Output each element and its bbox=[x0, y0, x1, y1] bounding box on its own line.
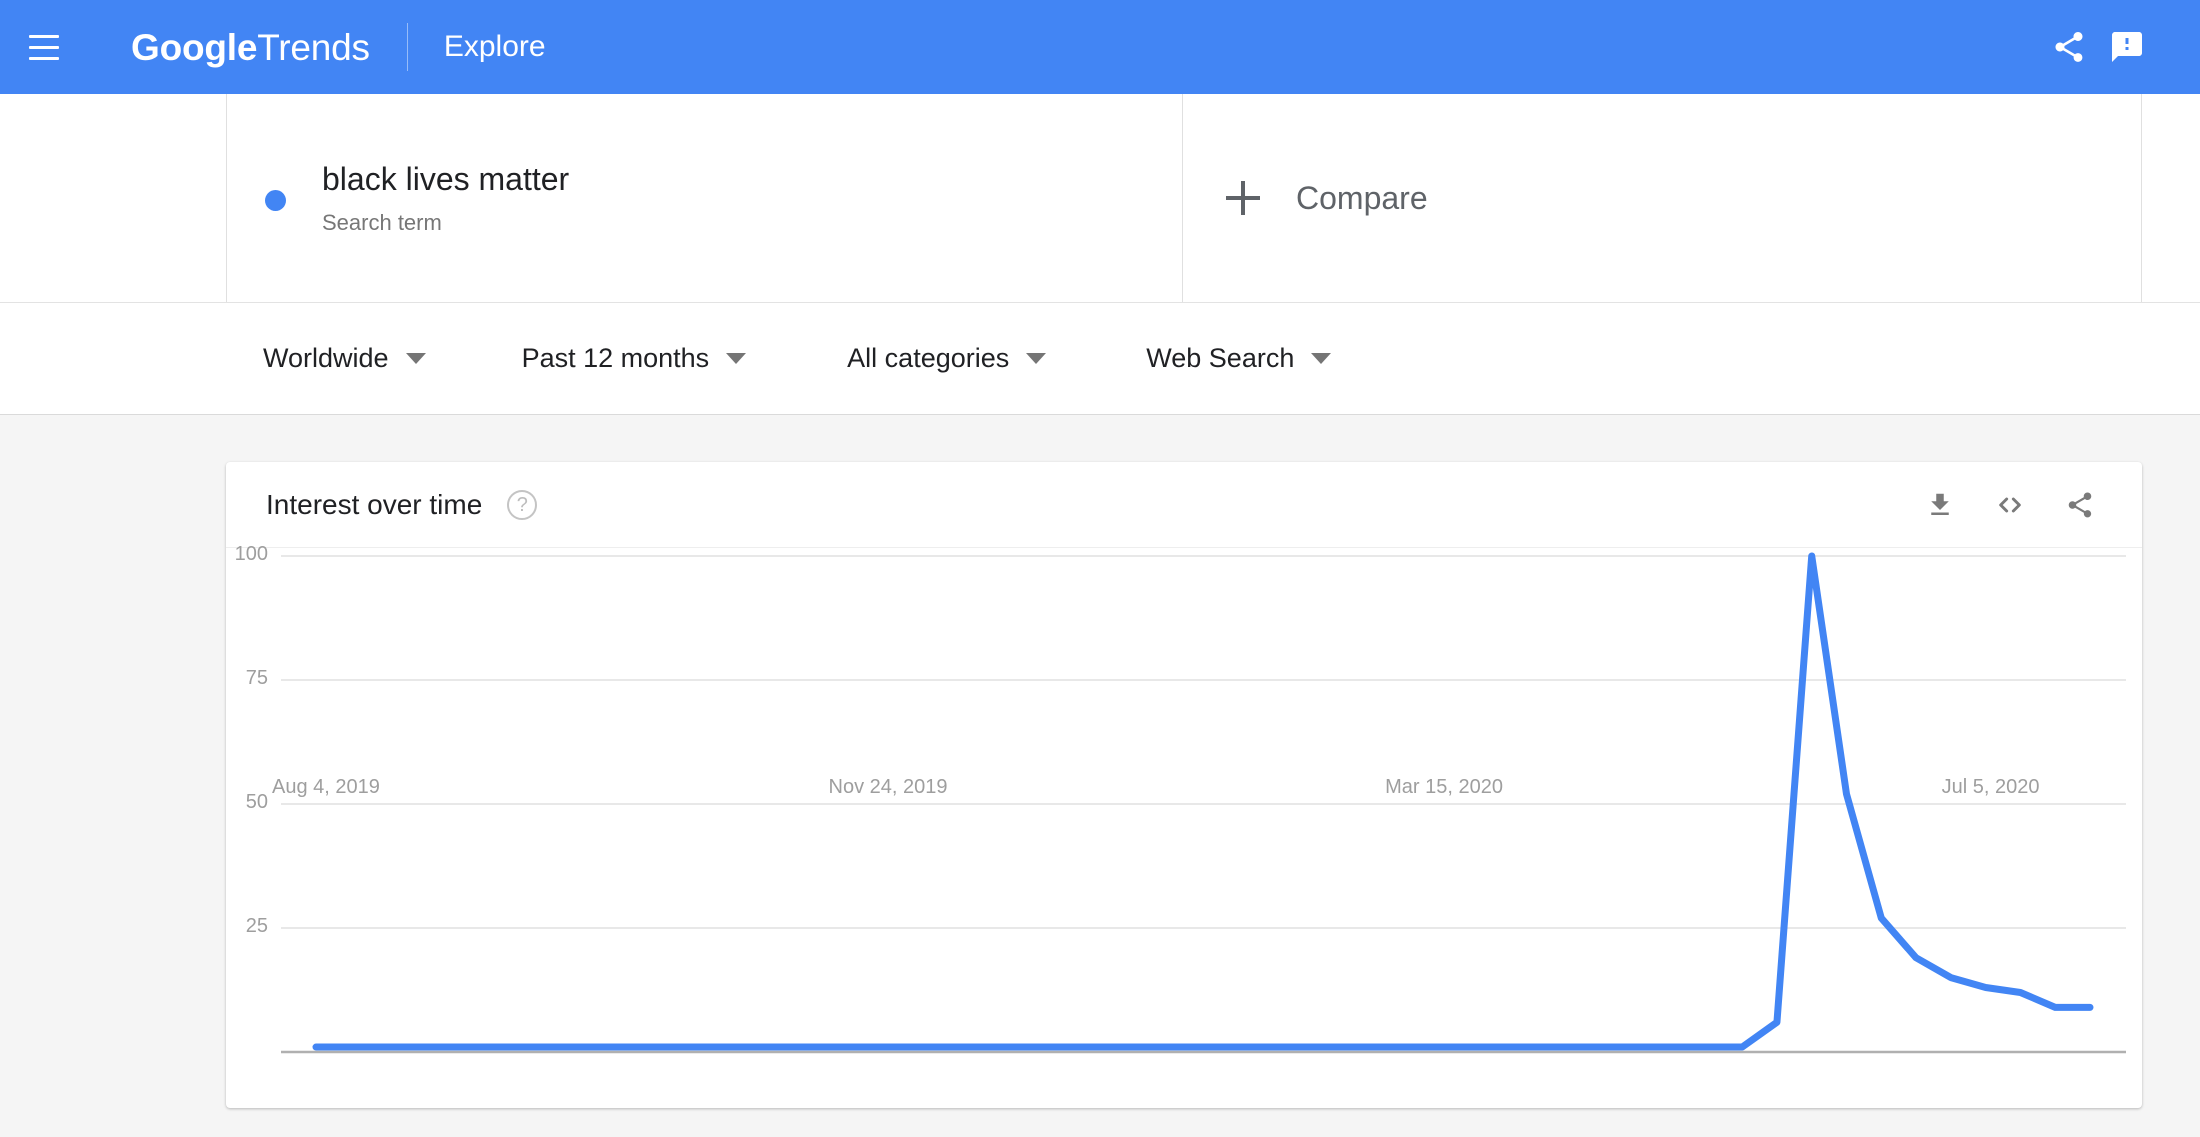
y-axis-tick-label: 100 bbox=[234, 543, 268, 565]
search-term-card[interactable]: black lives matter Search term bbox=[226, 94, 1183, 302]
x-axis-tick-label: Nov 24, 2019 bbox=[828, 776, 948, 798]
y-axis-tick-label: 50 bbox=[245, 791, 268, 813]
card-header: Interest over time ? bbox=[226, 462, 2142, 548]
brand-trends: Trends bbox=[257, 26, 370, 68]
search-term-text: black lives matter Search term bbox=[322, 160, 569, 235]
nav-explore[interactable]: Explore bbox=[444, 30, 546, 64]
search-term-row: black lives matter Search term Compare bbox=[0, 94, 2200, 303]
filter-location-label: Worldwide bbox=[263, 343, 389, 373]
filter-location[interactable]: Worldwide bbox=[263, 343, 426, 374]
filter-search-type[interactable]: Web Search bbox=[1146, 343, 1332, 374]
feedback-icon[interactable] bbox=[2098, 18, 2156, 76]
download-icon[interactable] bbox=[1914, 479, 1966, 531]
search-term-subtitle: Search term bbox=[322, 209, 442, 235]
brand-logo[interactable]: GoogleTrends bbox=[131, 29, 370, 66]
chevron-down-icon bbox=[1311, 353, 1332, 364]
series-color-dot bbox=[265, 189, 286, 211]
embed-code-icon[interactable] bbox=[1984, 479, 2036, 531]
chart-series-line bbox=[312, 552, 2094, 1051]
app-bar: GoogleTrends Explore bbox=[0, 0, 2200, 94]
add-compare-button[interactable]: Compare bbox=[1184, 94, 2142, 302]
compare-label: Compare bbox=[1296, 179, 1428, 216]
x-axis-tick-label: Aug 4, 2019 bbox=[272, 776, 380, 798]
share-icon[interactable] bbox=[2040, 18, 2098, 76]
x-axis-tick-label: Mar 15, 2020 bbox=[1385, 776, 1503, 798]
hamburger-menu-icon[interactable] bbox=[22, 25, 66, 69]
chevron-down-icon bbox=[405, 353, 426, 364]
brand-google: Google bbox=[131, 26, 258, 68]
interest-over-time-card: Interest over time ? 100 75 50 25 Aug 4, 20… bbox=[226, 462, 2142, 1108]
filter-category[interactable]: All categories bbox=[847, 343, 1047, 374]
chevron-down-icon bbox=[726, 353, 747, 364]
appbar-divider bbox=[406, 23, 408, 71]
interest-over-time-chart[interactable]: 100 75 50 25 Aug 4, 2019 Nov 24, 2019 Mar 15,… bbox=[226, 543, 2142, 1108]
share-icon[interactable] bbox=[2054, 479, 2106, 531]
plus-icon bbox=[1226, 181, 1260, 215]
filter-search-type-label: Web Search bbox=[1146, 343, 1295, 373]
x-axis-tick-label: Jul 5, 2020 bbox=[1941, 776, 2040, 798]
filter-time-range-label: Past 12 months bbox=[521, 343, 710, 373]
y-axis-tick-label: 75 bbox=[245, 667, 268, 689]
chart-svg bbox=[281, 552, 2126, 1054]
chevron-down-icon bbox=[1026, 353, 1047, 364]
filter-time-range[interactable]: Past 12 months bbox=[522, 343, 747, 374]
search-term-title: black lives matter bbox=[322, 161, 570, 198]
filter-category-label: All categories bbox=[847, 343, 1010, 373]
help-icon[interactable]: ? bbox=[507, 489, 538, 520]
page-title: Interest over time bbox=[266, 488, 483, 520]
y-axis-tick-label: 25 bbox=[245, 915, 268, 937]
filter-bar: Worldwide Past 12 months All categories … bbox=[0, 303, 2200, 415]
